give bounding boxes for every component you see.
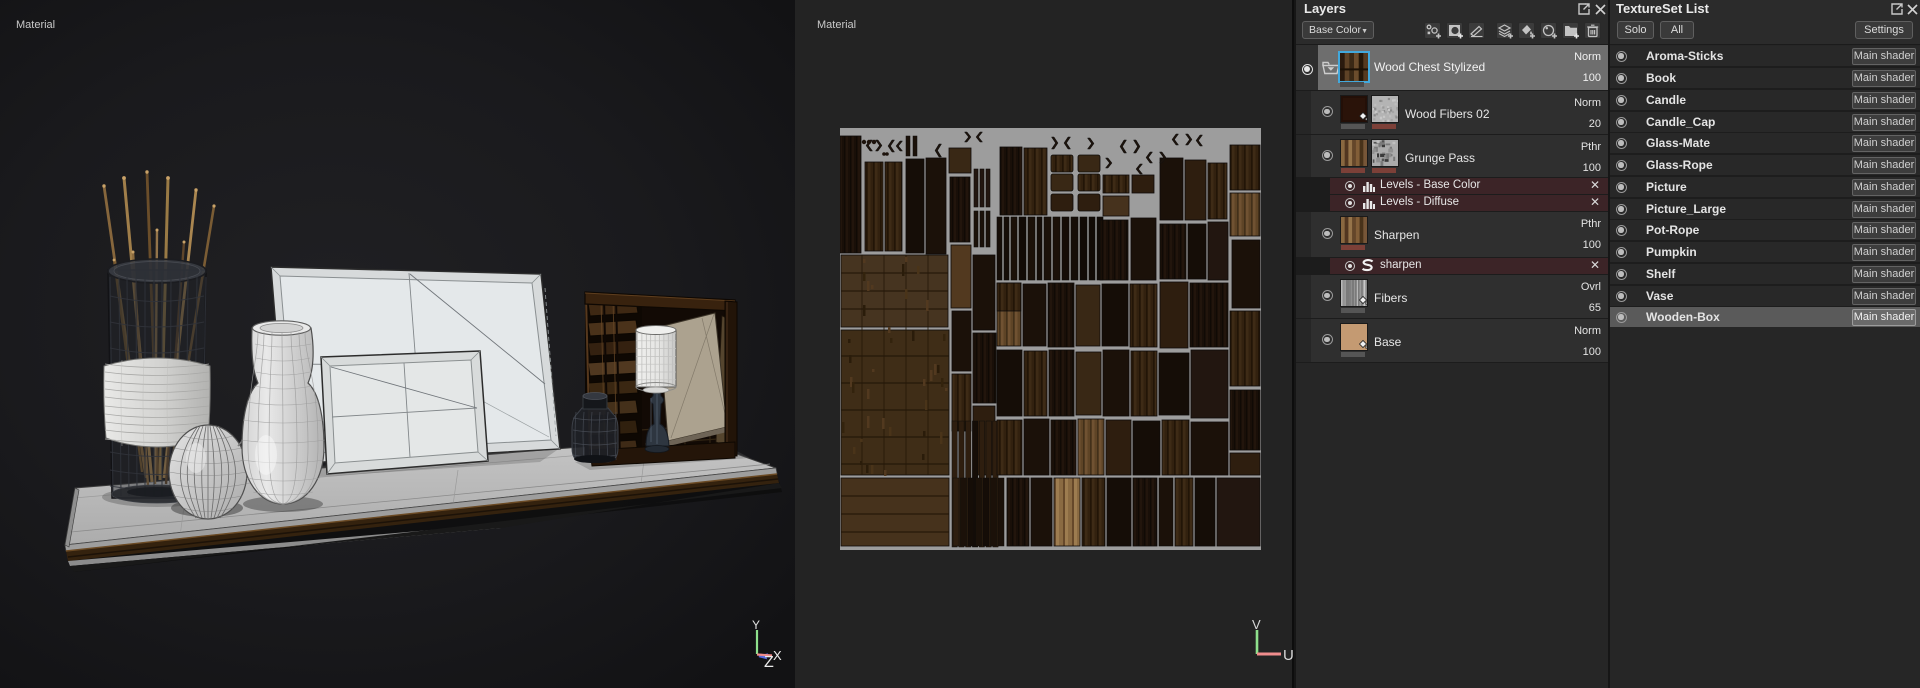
svg-text:Y: Y [752,618,760,632]
svg-text:V: V [1252,617,1261,632]
svg-text:X: X [773,648,782,663]
svg-text:U: U [1283,647,1294,664]
